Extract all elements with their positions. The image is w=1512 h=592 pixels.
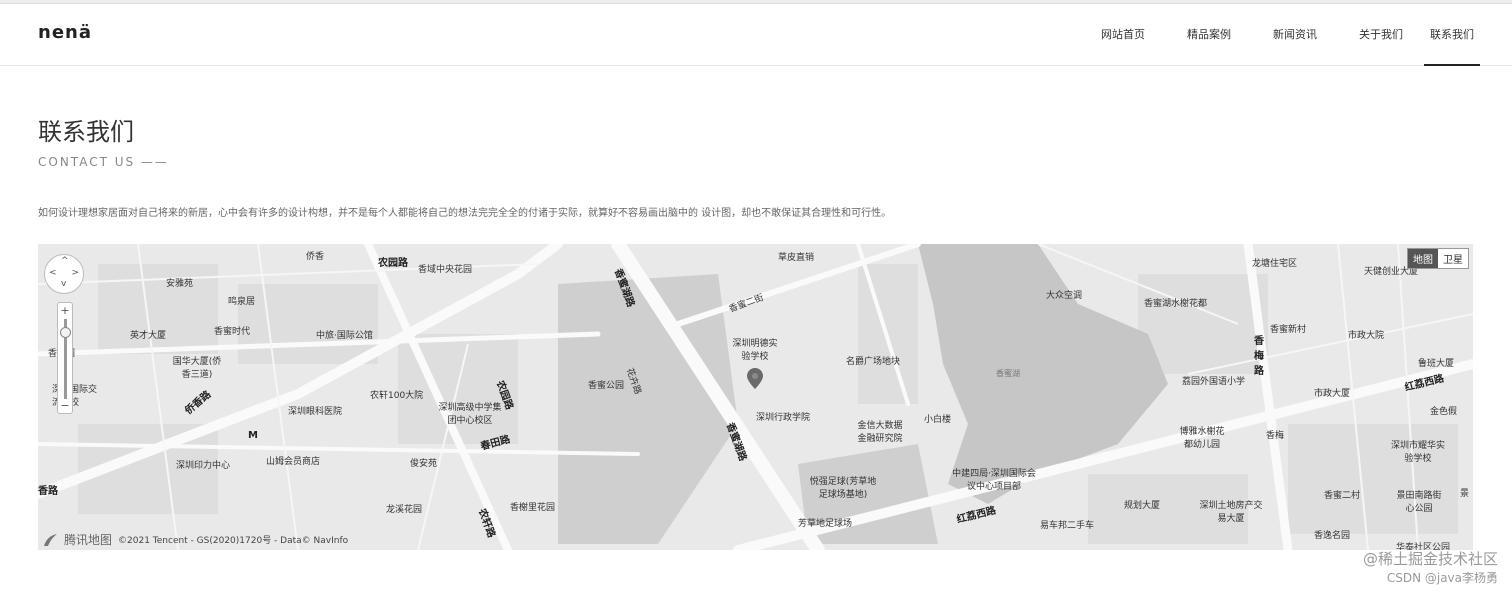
nav-item-about[interactable]: 关于我们 [1338,4,1424,66]
map-label: 深圳印力中心 [176,461,231,471]
map-label: 草皮直销 [778,253,815,263]
watermark: @稀土掘金技术社区 CSDN @java李杨勇 [1363,548,1498,586]
map-label: 悦强足球(芳草地足球场基地) [809,477,877,500]
nav-item-cases[interactable]: 精品案例 [1166,4,1252,66]
watermark-line2: CSDN @java李杨勇 [1386,571,1498,585]
map-label: 龙溪花园 [386,505,423,515]
map-type-map-button[interactable]: 地图 [1408,249,1438,268]
site-header: nenä 网站首页 精品案例 新闻资讯 关于我们 联系我们 [0,4,1512,66]
map-label: 香蜜时代 [214,327,251,337]
pan-left-icon[interactable]: < [49,268,57,278]
map-label: 景 [1460,489,1470,499]
map-label: 香蜜湖 [996,369,1020,378]
site-logo[interactable]: nenä [38,22,92,43]
map-label: 香榭里花园 [510,503,556,513]
map-pan-control[interactable]: ^ < > v [44,254,84,294]
pan-down-icon[interactable]: v [61,279,66,289]
zoom-out-icon[interactable]: − [58,399,72,412]
map-label: 易车邦二手车 [1040,521,1095,531]
map-label: 香蜜湖水榭花都 [1144,299,1208,309]
nav-item-news[interactable]: 新闻资讯 [1252,4,1338,66]
map-label: 鸣泉居 [228,297,256,307]
map-zoom-slider[interactable]: + − [57,302,73,414]
map-label: 深圳高级中学集团中心校区 [438,403,502,426]
page-title: 联系我们 [38,118,134,146]
map-label: 农园路 [378,258,408,269]
map-label: 农轩100大院 [370,391,424,401]
map-label: 规划大厦 [1124,501,1161,511]
map-label: 香蜜新村 [1270,325,1307,335]
map-label: 山姆会员商店 [266,457,321,467]
map-credits: 腾讯地图 ©2021 Tencent - GS(2020)1720号 - Dat… [42,531,348,548]
nav-item-home[interactable]: 网站首页 [1080,4,1166,66]
main-nav: 网站首页 精品案例 新闻资讯 关于我们 联系我们 [1080,4,1512,66]
map-type-switch: 地图 卫星 [1407,248,1469,269]
map-label: 大众空调 [1046,291,1083,301]
map-copyright: ©2021 Tencent - GS(2020)1720号 - Data© Na… [118,536,349,546]
map-label: 香梅路 [1254,336,1264,377]
map-label: 芳草地足球场 [798,519,853,529]
contact-map[interactable]: 侨香 农园路 香域中央花园 香蜜湖路 草皮直销 香蜜二街 安雅苑 鸣泉居 英才大… [38,244,1473,550]
map-label: 龙塘住宅区 [1252,259,1298,269]
map-label: 香逸名园 [1314,531,1351,541]
map-label: 香路 [38,486,58,497]
map-label: 博雅水榭花都幼儿园 [1179,427,1225,450]
map-label: 香蜜二村 [1324,491,1361,501]
pan-right-icon[interactable]: > [71,268,79,278]
map-label: 荔园外国语小学 [1182,377,1246,387]
map-label: 英才大厦 [130,331,167,341]
map-label: 香梅 [1266,431,1285,441]
map-label: 金信大数据金融研究院 [857,421,903,444]
map-label: 小白楼 [924,415,952,425]
map-label: 鲁班大厦 [1418,359,1455,369]
map-label: 深圳明德实验学校 [732,339,778,362]
tencent-map-logo-icon [44,533,57,546]
map-label: 景田南路街心公园 [1396,491,1442,514]
page-subtitle: CONTACT US —— [38,155,169,169]
watermark-line1: @稀土掘金技术社区 [1362,550,1498,568]
map-label: 中旅·国际公馆 [316,331,373,341]
map-label: 深圳土地房产交易大厦 [1199,501,1263,524]
zoom-knob[interactable] [60,327,71,338]
map-label: 深圳眼科医院 [288,407,343,417]
map-label: 金色假 [1430,407,1458,417]
mcdonalds-icon: M [248,430,258,441]
map-label: 深圳行政学院 [756,413,811,423]
map-label: 国华大厦(侨香三道) [172,357,222,380]
map-label: 市政大院 [1348,331,1385,341]
map-label: 香蜜公园 [588,381,625,391]
zoom-in-icon[interactable]: + [58,304,72,317]
map-label: 俊安苑 [410,459,438,469]
map-label: 市政大厦 [1314,389,1351,399]
pan-up-icon[interactable]: ^ [61,256,69,266]
map-brand: 腾讯地图 [64,533,113,547]
location-pin-icon[interactable] [746,368,764,390]
page-description: 如何设计理想家居面对自己将来的新居，心中会有许多的设计构想，并不是每个人都能将自… [38,208,892,219]
map-label: 名爵广场地块 [846,357,901,367]
map-label: 深圳市耀华实验学校 [1390,441,1445,464]
map-type-satellite-button[interactable]: 卫星 [1438,249,1468,268]
nav-item-contact[interactable]: 联系我们 [1424,4,1480,66]
map-label: 侨香 [306,252,325,262]
map-label: 中建四局·深圳国际会议中心项目部 [952,469,1036,492]
map-label: 香域中央花园 [418,265,473,275]
map-label: 安雅苑 [166,279,194,289]
